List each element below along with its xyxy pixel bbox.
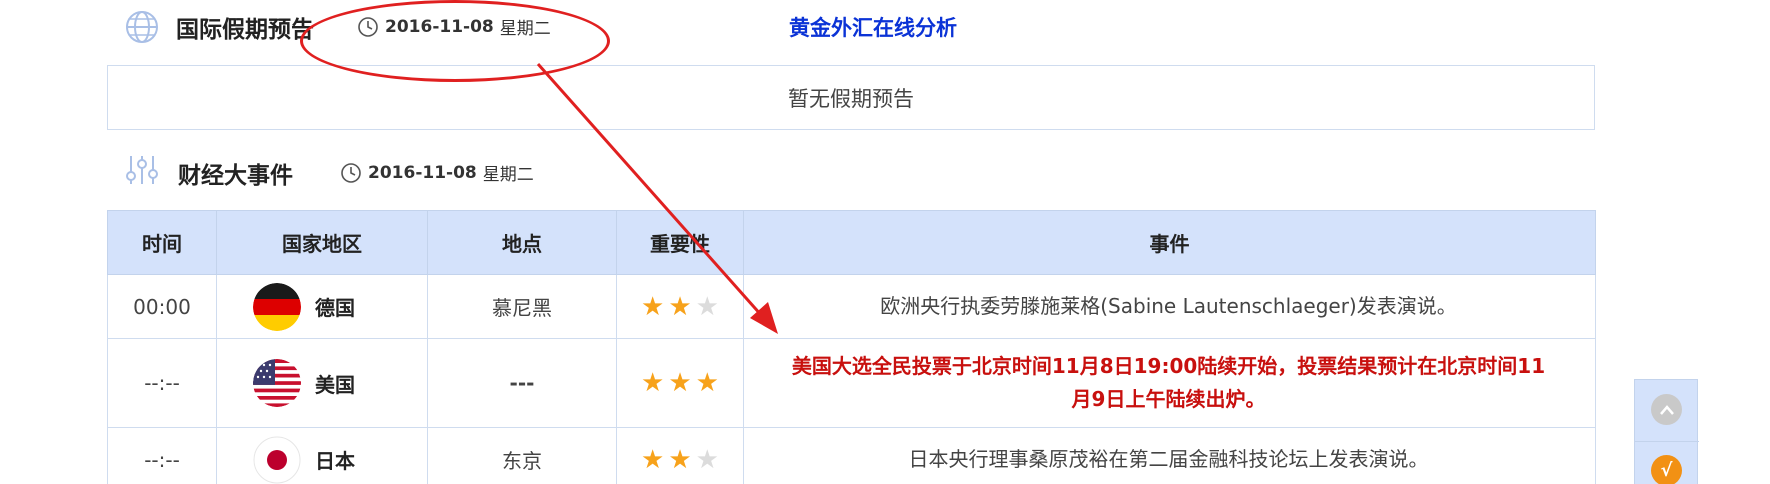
holiday-empty-text: 暂无假期预告: [788, 86, 914, 111]
holiday-empty-box: 暂无假期预告: [107, 65, 1595, 130]
back-to-top-icon[interactable]: [1651, 394, 1682, 425]
clock-icon: [341, 162, 361, 183]
star-filled-icon: ★: [695, 368, 719, 398]
event-time: 00:00: [107, 274, 217, 339]
event-description: 欧洲央行执委劳滕施莱格(Sabine Lautenschlaeger)发表演说。: [743, 274, 1596, 339]
event-importance: ★ ★ ★: [616, 338, 744, 428]
side-toolbar: √: [1634, 379, 1699, 484]
importance-stars: ★ ★ ★: [617, 447, 743, 473]
events-date-text: 2016-11-08: [368, 162, 477, 183]
japan-flag-icon: [253, 436, 301, 483]
gold-forex-analysis-link[interactable]: 黄金外汇在线分析: [789, 12, 957, 42]
star-filled-icon: ★: [668, 291, 692, 322]
events-table-header: 时间 国家地区 地点 重要性 事件: [107, 210, 1596, 275]
event-country: 德国: [315, 296, 355, 320]
event-importance: ★ ★ ★: [616, 274, 744, 339]
table-row: 00:00 德国 慕尼黑 ★ ★ ★ 欧洲央行执委劳滕施莱格(Sabine La…: [107, 274, 1596, 339]
holiday-section-title: 国际假期预告: [176, 17, 314, 43]
star-empty-icon: ★: [695, 291, 719, 322]
event-place: 东京: [427, 427, 617, 484]
event-country-cell: 日本: [216, 427, 428, 484]
column-header-importance: 重要性: [616, 210, 744, 275]
event-country: 美国: [315, 372, 355, 397]
event-description: 日本央行理事桑原茂裕在第二届金融科技论坛上发表演说。: [743, 427, 1596, 484]
star-filled-icon: ★: [668, 444, 692, 475]
column-header-event: 事件: [743, 210, 1596, 275]
checkmark-icon[interactable]: √: [1651, 455, 1682, 484]
event-place: 慕尼黑: [427, 274, 617, 339]
event-description: 美国大选全民投票于北京时间11月8日19:00陆续开始，投票结果预计在北京时间1…: [743, 338, 1596, 428]
column-header-country: 国家地区: [216, 210, 428, 275]
events-date: 2016-11-08 星期二: [340, 160, 534, 185]
star-empty-icon: ★: [695, 444, 719, 475]
event-time: --:--: [107, 427, 217, 484]
event-country-cell: 德国: [216, 274, 428, 339]
germany-flag-icon: [253, 282, 301, 331]
events-weekday-text: 星期二: [482, 165, 534, 185]
table-row: --:-- 美国 --- ★ ★ ★ 美国大选全民投票于北京时间11月8日19:…: [107, 338, 1596, 428]
table-row: --:-- 日本 东京 ★ ★ ★ 日本央行理事桑原茂裕在第二届金融科技论坛上发…: [107, 427, 1596, 484]
importance-stars: ★ ★ ★: [617, 370, 743, 396]
events-section-title: 财经大事件: [178, 163, 293, 189]
annotation-ellipse: [300, 0, 610, 82]
globe-icon: [126, 11, 158, 43]
event-country-cell: 美国: [216, 338, 428, 428]
star-filled-icon: ★: [641, 291, 665, 322]
column-header-time: 时间: [107, 210, 217, 275]
event-importance: ★ ★ ★: [616, 427, 744, 484]
usa-flag-icon: [253, 359, 301, 407]
events-table: 时间 国家地区 地点 重要性 事件 00:00 德国 慕尼黑 ★ ★ ★ 欧洲央…: [107, 210, 1596, 484]
side-toolbar-divider: [1635, 441, 1699, 442]
sliders-icon: [126, 156, 158, 184]
event-country: 日本: [315, 449, 355, 473]
star-filled-icon: ★: [641, 368, 665, 398]
column-header-place: 地点: [427, 210, 617, 275]
star-filled-icon: ★: [641, 444, 665, 475]
star-filled-icon: ★: [668, 368, 692, 398]
event-place: ---: [427, 338, 617, 428]
importance-stars: ★ ★ ★: [617, 294, 743, 320]
event-time: --:--: [107, 338, 217, 428]
